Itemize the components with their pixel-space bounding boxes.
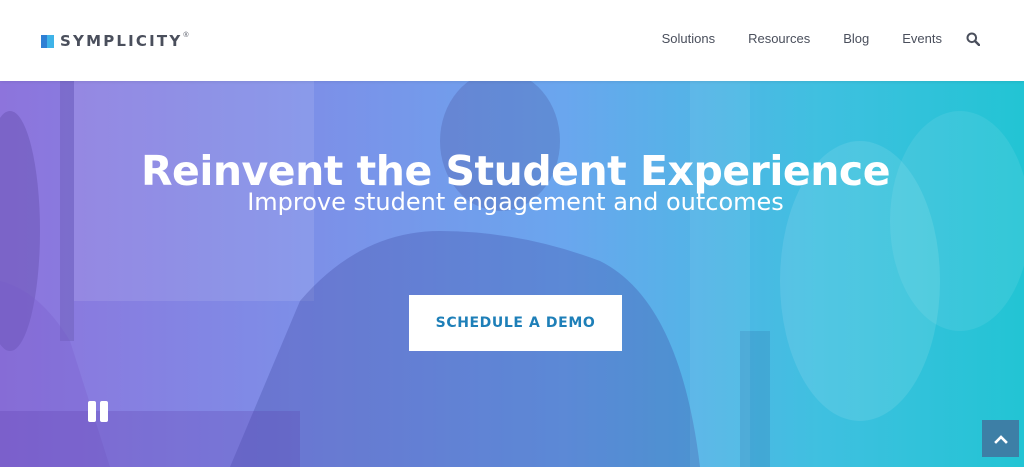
main-nav: Solutions Resources Blog Events — [662, 31, 980, 46]
nav-item-resources[interactable]: Resources — [748, 31, 810, 46]
symplicity-logo[interactable]: SYMPLICITY ® — [41, 32, 189, 50]
pause-icon[interactable] — [88, 401, 110, 423]
hero-subtitle: Improve student engagement and outcomes — [247, 188, 784, 216]
logo-text: SYMPLICITY — [60, 32, 183, 50]
schedule-demo-button[interactable]: SCHEDULE A DEMO — [409, 295, 622, 351]
hero-banner: Reinvent the Student Experience Improve … — [0, 81, 1024, 467]
nav-item-events[interactable]: Events — [902, 31, 942, 46]
logo-mark-icon — [41, 34, 54, 48]
chevron-up-icon — [993, 434, 1008, 444]
site-header: SYMPLICITY ® Solutions Resources Blog Ev… — [0, 0, 1024, 81]
hero-background-image — [0, 81, 1024, 467]
nav-item-blog[interactable]: Blog — [843, 31, 869, 46]
nav-item-solutions[interactable]: Solutions — [662, 31, 715, 46]
registered-mark: ® — [183, 31, 189, 39]
search-icon[interactable] — [966, 32, 980, 46]
scroll-to-top-button[interactable] — [982, 420, 1019, 457]
